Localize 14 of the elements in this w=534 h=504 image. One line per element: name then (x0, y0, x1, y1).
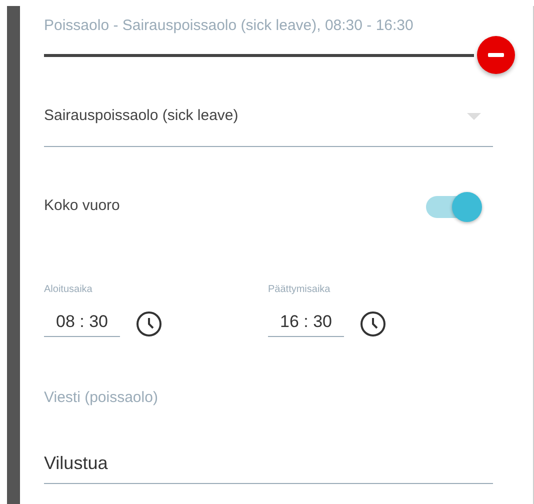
time-field[interactable]: 08 : 30 (44, 308, 120, 337)
remove-button[interactable] (477, 36, 515, 74)
time-label: Päättymisaika (268, 282, 332, 296)
minus-icon (488, 53, 504, 57)
message-field[interactable]: Vilustua (44, 450, 493, 484)
absence-title: Poissaolo - Sairauspoissaolo (sick leave), 08:30 - 16:30 (44, 17, 414, 35)
reason-dropdown[interactable]: Sairauspoissaolo (sick leave) (44, 105, 493, 146)
time-field[interactable]: 16 : 30 (268, 308, 344, 337)
message-label: Viesti (poissaolo) (44, 388, 159, 408)
time-label: Aloitusaika (44, 282, 94, 296)
full-shift-label: Koko vuoro (44, 196, 120, 216)
caret-icon (467, 112, 481, 120)
clock-icon[interactable] (360, 311, 386, 337)
clock-icon[interactable] (136, 311, 162, 337)
